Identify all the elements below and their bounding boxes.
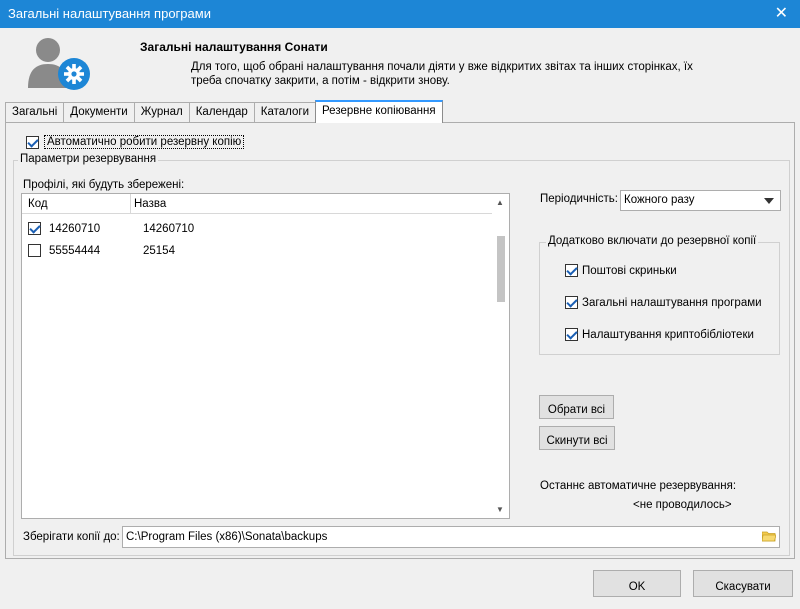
column-header-code[interactable]: Код bbox=[28, 198, 48, 210]
include-general-settings-label[interactable]: Загальні налаштування програми bbox=[582, 297, 762, 309]
window-title: Загальні налаштування програми bbox=[8, 6, 211, 21]
save-to-label: Зберігати копії до: bbox=[23, 531, 120, 543]
auto-backup-checkbox[interactable]: Автоматично робити резервну копію bbox=[26, 135, 245, 149]
row-code: 55554444 bbox=[49, 245, 101, 257]
tab-catalogs[interactable]: Каталоги bbox=[253, 102, 317, 123]
period-select[interactable]: Кожного разу bbox=[620, 190, 781, 211]
ok-button[interactable]: OK bbox=[593, 570, 681, 597]
period-value: Кожного разу bbox=[624, 194, 695, 206]
include-crypto-settings-checkbox[interactable]: Налаштування криптобібліотеки bbox=[565, 328, 754, 341]
scroll-up-icon[interactable]: ▲ bbox=[496, 198, 504, 207]
grid-header: Код Назва bbox=[22, 194, 509, 214]
column-header-name[interactable]: Назва bbox=[134, 198, 166, 210]
extra-include-group: Додатково включати до резервної копії По… bbox=[539, 235, 780, 355]
reset-all-button[interactable]: Скинути всі bbox=[539, 426, 615, 450]
include-mailboxes-checkbox[interactable]: Поштові скриньки bbox=[565, 264, 677, 277]
chevron-down-icon[interactable] bbox=[764, 198, 774, 204]
auto-backup-label[interactable]: Автоматично робити резервну копію bbox=[44, 135, 245, 149]
include-crypto-settings-check[interactable] bbox=[565, 328, 578, 341]
include-general-settings-check[interactable] bbox=[565, 296, 578, 309]
row-code: 14260710 bbox=[49, 223, 101, 235]
header-description: Для того, щоб обрані налаштування почали… bbox=[191, 61, 693, 87]
title-bar: Загальні налаштування програми ✕ bbox=[0, 0, 800, 28]
tab-documents[interactable]: Документи bbox=[63, 102, 135, 123]
profiles-label: Профілі, які будуть збережені: bbox=[23, 179, 185, 191]
include-crypto-settings-label[interactable]: Налаштування криптобібліотеки bbox=[582, 329, 754, 341]
folder-icon[interactable] bbox=[762, 530, 776, 542]
tab-journal[interactable]: Журнал bbox=[133, 102, 190, 123]
select-all-button[interactable]: Обрати всі bbox=[539, 395, 614, 419]
tab-calendar[interactable]: Календар bbox=[188, 102, 255, 123]
user-settings-icon bbox=[28, 38, 90, 90]
tab-general[interactable]: Загальні bbox=[5, 102, 65, 123]
column-divider bbox=[130, 194, 131, 214]
scroll-thumb[interactable] bbox=[497, 236, 505, 302]
tab-backup[interactable]: Резервне копіювання bbox=[315, 100, 443, 123]
extra-include-title: Додатково включати до резервної копії bbox=[546, 235, 759, 247]
last-backup-label: Останнє автоматичне резервування: bbox=[540, 480, 737, 492]
include-mailboxes-label[interactable]: Поштові скриньки bbox=[582, 265, 677, 277]
cancel-button[interactable]: Скасувати bbox=[693, 570, 793, 597]
row-name: 14260710 bbox=[143, 223, 195, 235]
period-label: Періодичність: bbox=[540, 193, 618, 205]
row-name: 25154 bbox=[143, 245, 175, 257]
backup-tab-panel: Автоматично робити резервну копію Параме… bbox=[5, 122, 795, 559]
row-checkbox[interactable] bbox=[28, 222, 41, 235]
tab-strip: Загальні Документи Журнал Календар Катал… bbox=[5, 100, 443, 123]
profiles-grid: Код Назва 14260710 14260710 55554444 251… bbox=[21, 193, 510, 519]
include-mailboxes-check[interactable] bbox=[565, 264, 578, 277]
save-path-value: C:\Program Files (x86)\Sonata\backups bbox=[126, 531, 328, 543]
table-row[interactable]: 14260710 14260710 bbox=[22, 218, 509, 240]
backup-params-title: Параметри резервування bbox=[18, 153, 159, 165]
save-path-field[interactable]: C:\Program Files (x86)\Sonata\backups bbox=[122, 526, 780, 548]
dialog-header: Загальні налаштування Сонати Для того, щ… bbox=[0, 28, 800, 100]
last-backup-value: <не проводилось> bbox=[633, 499, 732, 511]
table-row[interactable]: 55554444 25154 bbox=[22, 240, 509, 262]
scroll-down-icon[interactable]: ▼ bbox=[496, 505, 504, 514]
include-general-settings-checkbox[interactable]: Загальні налаштування програми bbox=[565, 296, 762, 309]
header-title: Загальні налаштування Сонати bbox=[140, 40, 328, 54]
auto-backup-check[interactable] bbox=[26, 135, 39, 149]
row-checkbox[interactable] bbox=[28, 244, 41, 257]
close-icon[interactable]: ✕ bbox=[775, 3, 788, 23]
grid-scrollbar[interactable]: ▲ ▼ bbox=[492, 194, 509, 518]
